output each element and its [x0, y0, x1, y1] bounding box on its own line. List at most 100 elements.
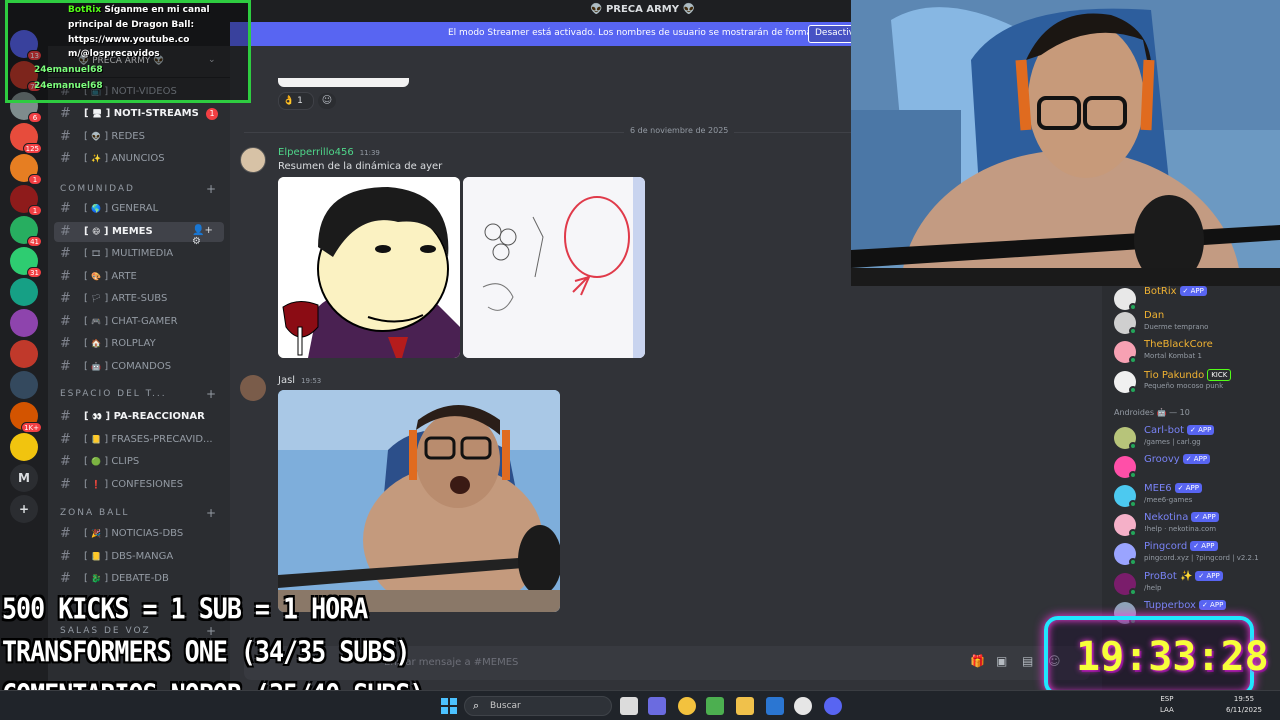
channel-item[interactable]: # [ ✨ ] ANUNCIOS [54, 149, 224, 169]
previous-attachment[interactable] [278, 78, 409, 87]
channel-item[interactable]: # [ 🤖 ] COMANDOS [54, 357, 224, 377]
channel-item[interactable]: # [ 🎞 ] MULTIMEDIA [54, 244, 224, 264]
server-icon[interactable] [10, 309, 38, 337]
region-code: LAA [1160, 706, 1174, 714]
server-icon[interactable]: 1K+ [10, 402, 42, 433]
obs-icon[interactable] [794, 697, 812, 715]
channel-item[interactable]: # [ 🟢 ] CLIPS [54, 452, 224, 472]
add-reaction-icon[interactable]: ☺ [318, 93, 336, 109]
reaction-pill[interactable]: 👌 1 [278, 92, 314, 110]
taskbar-search[interactable]: ⌕ Buscar [464, 696, 612, 716]
avatar[interactable] [240, 147, 266, 173]
category-label: COMUNIDAD [60, 184, 135, 194]
member-item[interactable]: Pingcord ✓ APP pingcord.xyz | ?pingcord | … [1110, 541, 1280, 567]
clock[interactable]: 19:55 6/11/2025 [1226, 694, 1262, 716]
channel-category[interactable]: ESPACIO DEL T... + [60, 387, 224, 403]
minecraft-icon[interactable] [706, 697, 724, 715]
member-item[interactable]: MEE6 ✓ APP/mee6-games [1110, 483, 1280, 509]
member-status: /games | carl.gg [1144, 438, 1201, 446]
member-item[interactable]: Tio Pakundo KICK Pequeño mocoso punk [1110, 369, 1280, 395]
channel-emoji: 🎉 [91, 529, 102, 538]
member-item[interactable]: TheBlackCore Mortal Kombat 1 [1110, 339, 1280, 365]
mention-badge: 31 [27, 267, 42, 278]
channel-name: [ ❗ ] CONFESIONES [84, 479, 184, 490]
channel-item[interactable]: # [ 🎮 ] CHAT-GAMER [54, 312, 224, 332]
hash-icon: # [60, 571, 71, 586]
overlay-chat-text: https://www.youtube.co [68, 35, 190, 45]
gif-icon[interactable]: ▣ [996, 654, 1007, 668]
online-status-icon [1129, 356, 1137, 364]
channel-item[interactable]: # [ 🏠 ] ROLPLAY [54, 334, 224, 354]
server-icon[interactable]: 1 [10, 185, 42, 216]
image-attachment-drawing-2[interactable] [463, 177, 645, 358]
channel-emoji: 🏠 [91, 339, 102, 348]
language-indicator[interactable]: ESP LAA [1160, 694, 1174, 716]
message-author[interactable]: Elpeperrillo456 11:39 [278, 147, 380, 158]
channel-item[interactable]: # [ 👽 ] REDES [54, 127, 224, 147]
hash-icon: # [60, 314, 71, 329]
server-icon[interactable] [10, 371, 38, 399]
reaction-count: 1 [297, 96, 303, 106]
member-name: Dan [1144, 310, 1164, 321]
file-explorer-icon[interactable] [736, 697, 754, 715]
sticker-icon[interactable]: ▤ [1022, 654, 1033, 668]
image-attachment-drawing-1[interactable] [278, 177, 460, 358]
channel-label: DEBATE-DB [111, 573, 169, 584]
chrome-icon[interactable] [678, 697, 696, 715]
channel-item[interactable]: # [ 🎉 ] NOTICIAS-DBS [54, 524, 224, 544]
add-channel-icon[interactable]: + [206, 182, 216, 196]
channel-category[interactable]: COMUNIDAD + [60, 182, 224, 198]
channel-item[interactable]: # [ 📒 ] FRASES-PRECAVID... [54, 430, 224, 450]
channel-item[interactable]: # [ 🏳 ] ARTE-SUBS [54, 289, 224, 309]
channel-item[interactable]: # [ ❗ ] CONFESIONES [54, 475, 224, 495]
channel-name: [ 🌎 ] GENERAL [84, 203, 159, 214]
channel-name: [ 🏠 ] ROLPLAY [84, 338, 156, 349]
server-icon[interactable]: M [10, 464, 38, 492]
store-icon[interactable] [766, 697, 784, 715]
discord-icon[interactable] [824, 697, 842, 715]
add-channel-icon[interactable]: + [206, 387, 216, 401]
channel-item[interactable]: # [ 🐉 ] DEBATE-DB [54, 569, 224, 589]
channel-item[interactable]: # [ 📒 ] DBS-MANGA [54, 547, 224, 567]
channel-item[interactable]: #[ 😄 ] MEMES 👤+ ⚙ [54, 222, 224, 247]
message-timestamp: 11:39 [359, 149, 380, 157]
avatar[interactable] [240, 375, 266, 401]
server-icon[interactable]: 125 [10, 123, 42, 154]
copilot-icon[interactable] [648, 697, 666, 715]
member-item[interactable]: ProBot ✨ ✓ APP/help [1110, 571, 1280, 597]
server-icon[interactable] [10, 433, 38, 461]
overlay-chat-line: m/@losprecavidos [68, 49, 160, 59]
member-name: MEE6 ✓ APP [1144, 483, 1202, 494]
member-item[interactable]: Groovy ✓ APP [1110, 454, 1280, 480]
member-item[interactable]: BotRix ✓ APP [1110, 286, 1280, 312]
member-item[interactable]: Dan Duerme temprano [1110, 310, 1280, 336]
channel-emoji: ❗ [91, 480, 102, 489]
channel-item[interactable]: # [ 🖥 ] NOTI-STREAMS 1 [54, 104, 224, 124]
member-name-label: Dan [1144, 310, 1165, 321]
task-view-icon[interactable] [620, 697, 638, 715]
channel-label: CONFESIONES [111, 479, 184, 490]
language-code: ESP [1160, 695, 1174, 703]
message-author[interactable]: Jasl 19:53 [278, 375, 321, 386]
server-icon[interactable] [10, 340, 38, 368]
channel-item[interactable]: # [ 🌎 ] GENERAL [54, 199, 224, 219]
server-icon[interactable] [10, 278, 38, 306]
server-icon[interactable]: 31 [10, 247, 42, 278]
windows-start-icon[interactable] [440, 697, 458, 715]
channel-category[interactable]: ZONA BALL + [60, 506, 224, 522]
server-icon[interactable]: 41 [10, 216, 42, 247]
overlay-chat-text: m/@losprecavidos [68, 49, 160, 59]
image-attachment-photo[interactable] [278, 390, 560, 612]
hash-icon: # [60, 549, 71, 564]
channel-item[interactable]: # [ 👀 ] PA-REACCIONAR [54, 407, 224, 427]
member-item[interactable]: Nekotina ✓ APP !help · nekotina.com [1110, 512, 1280, 538]
server-icon[interactable]: 1 [10, 154, 42, 185]
server-icon[interactable]: + [10, 495, 38, 523]
member-item[interactable]: Carl-bot ✓ APP/games | carl.gg [1110, 425, 1280, 451]
gift-icon[interactable]: 🎁 [970, 654, 985, 668]
channel-name: [ 📒 ] DBS-MANGA [84, 551, 174, 562]
channel-label: CHAT-GAMER [111, 316, 178, 327]
member-name-label: TheBlackCore [1144, 339, 1213, 350]
channel-item[interactable]: # [ 🎨 ] ARTE [54, 267, 224, 287]
add-channel-icon[interactable]: + [206, 506, 216, 520]
